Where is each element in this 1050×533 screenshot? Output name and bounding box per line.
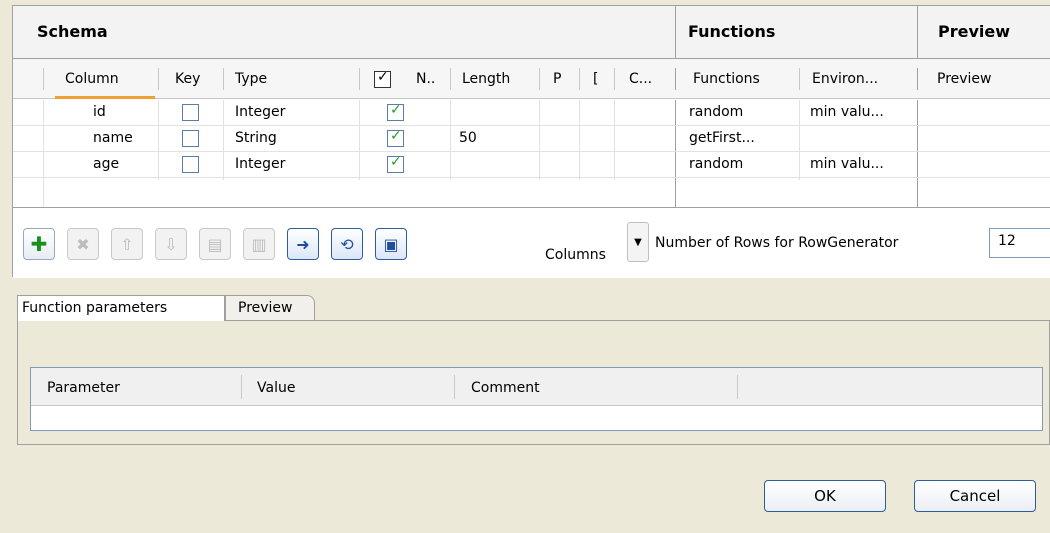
schema-section-header: Schema xyxy=(13,6,675,59)
chevron-down-icon: ▼ xyxy=(634,237,642,248)
parameters-table: Parameter Value Comment xyxy=(30,367,1043,431)
plus-icon: ✚ xyxy=(30,232,48,256)
table-row[interactable]: age Integer random min valu... xyxy=(13,152,1050,178)
functions-section-header: Functions xyxy=(675,6,917,59)
row-count-input[interactable]: 12 xyxy=(989,228,1050,258)
paste-icon: ▥ xyxy=(251,234,267,254)
header-parameter[interactable]: Parameter xyxy=(47,380,120,396)
cell-column[interactable]: name xyxy=(93,130,133,146)
functions-title: Functions xyxy=(688,22,776,41)
move-up-button[interactable]: ⇧ xyxy=(111,228,143,260)
header-key[interactable]: Key xyxy=(175,71,200,87)
move-down-button[interactable]: ⇩ xyxy=(155,228,187,260)
header-precision[interactable]: P xyxy=(553,71,561,87)
header-comment[interactable]: C... xyxy=(629,71,652,87)
arrow-down-icon: ⇩ xyxy=(164,234,178,254)
header-default[interactable]: [ xyxy=(593,71,598,87)
save-schema-button[interactable]: ▣ xyxy=(375,228,407,260)
header-preview[interactable]: Preview xyxy=(937,71,992,87)
header-comment-param[interactable]: Comment xyxy=(471,380,540,396)
arrow-up-icon: ⇧ xyxy=(120,234,134,254)
import-schema-button[interactable]: ➜ xyxy=(287,228,319,260)
table-row[interactable]: name String 50 getFirst... xyxy=(13,126,1050,152)
key-checkbox[interactable] xyxy=(182,130,199,147)
cell-function[interactable]: random xyxy=(689,104,743,120)
schema-title: Schema xyxy=(37,22,108,41)
remove-row-button[interactable]: ✖ xyxy=(67,228,99,260)
cell-type[interactable]: Integer xyxy=(235,104,285,120)
cell-type[interactable]: String xyxy=(235,130,277,146)
ok-button[interactable]: OK xyxy=(764,480,886,512)
preview-section-header: Preview xyxy=(917,6,1050,59)
columns-dropdown[interactable]: ▼ xyxy=(627,222,649,262)
schema-panel: Schema Functions Preview Column Key Type… xyxy=(12,5,1050,278)
import-icon: ➜ xyxy=(296,234,310,254)
cell-column[interactable]: id xyxy=(93,104,106,120)
header-column[interactable]: Column xyxy=(65,71,119,87)
header-functions[interactable]: Functions xyxy=(693,71,760,87)
function-parameters-panel: Parameter Value Comment xyxy=(17,320,1050,445)
header-length[interactable]: Length xyxy=(462,71,510,87)
key-checkbox[interactable] xyxy=(182,156,199,173)
cell-function[interactable]: getFirst... xyxy=(689,130,755,146)
add-row-button[interactable]: ✚ xyxy=(23,228,55,260)
cell-function[interactable]: random xyxy=(689,156,743,172)
tab-preview[interactable]: Preview xyxy=(225,295,315,321)
schema-toolbar: ✚ ✖ ⇧ ⇩ ▤ ▥ ➜ ⟲ ▣ Columns ▼ Number of Ro… xyxy=(13,207,1050,278)
rows-label: Number of Rows for RowGenerator xyxy=(655,235,899,251)
delete-icon: ✖ xyxy=(76,234,90,254)
export-schema-button[interactable]: ⟲ xyxy=(331,228,363,260)
columns-label: Columns xyxy=(545,247,606,263)
cell-column[interactable]: age xyxy=(93,156,119,172)
sort-indicator xyxy=(55,96,155,99)
schema-column-header: Column Key Type N.. Length P [ C... Func… xyxy=(13,59,1050,99)
cell-environment[interactable]: min valu... xyxy=(810,156,884,172)
copy-button[interactable]: ▤ xyxy=(199,228,231,260)
table-row[interactable]: id Integer random min valu... xyxy=(13,100,1050,126)
tab-function-parameters[interactable]: Function parameters xyxy=(17,295,225,321)
nullable-checkbox[interactable] xyxy=(387,154,404,173)
header-nullable-checkbox[interactable] xyxy=(374,69,391,88)
preview-title: Preview xyxy=(938,22,1011,41)
cell-type[interactable]: Integer xyxy=(235,156,285,172)
cancel-button[interactable]: Cancel xyxy=(914,480,1036,512)
nullable-checkbox[interactable] xyxy=(387,102,404,121)
parameters-table-header: Parameter Value Comment xyxy=(31,368,1042,406)
paste-button[interactable]: ▥ xyxy=(243,228,275,260)
cell-length[interactable]: 50 xyxy=(459,130,477,146)
header-environment[interactable]: Environ... xyxy=(812,71,878,87)
header-nullable[interactable]: N.. xyxy=(416,71,435,87)
key-checkbox[interactable] xyxy=(182,104,199,121)
save-icon: ▣ xyxy=(383,234,399,254)
cell-environment[interactable]: min valu... xyxy=(810,104,884,120)
header-type[interactable]: Type xyxy=(235,71,267,87)
nullable-checkbox[interactable] xyxy=(387,128,404,147)
export-icon: ⟲ xyxy=(340,234,354,254)
header-value[interactable]: Value xyxy=(257,380,295,396)
copy-icon: ▤ xyxy=(207,234,223,254)
